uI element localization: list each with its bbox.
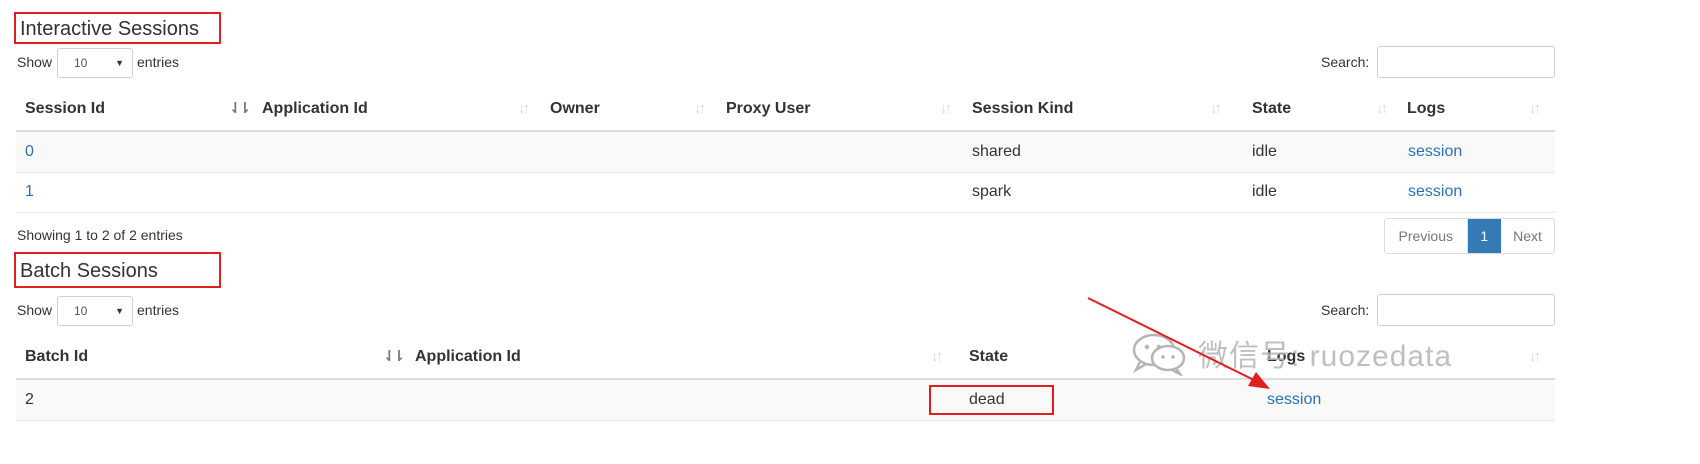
interactive-search-input[interactable] bbox=[1377, 46, 1555, 78]
sort-icon: ↓↑ bbox=[694, 100, 706, 117]
batch-search-label: Search: bbox=[1321, 302, 1370, 318]
session-kind-cell: shared bbox=[972, 143, 1021, 160]
state-cell: idle bbox=[1252, 183, 1277, 200]
column-header-session-kind[interactable]: Session Kind ↓↑ bbox=[972, 87, 1236, 131]
batch-show-label: Show bbox=[17, 302, 53, 318]
column-header-logs[interactable]: Logs ↓↑ bbox=[1407, 87, 1553, 131]
logs-session-link[interactable]: session bbox=[1408, 172, 1462, 212]
state-cell: idle bbox=[1252, 143, 1277, 160]
sort-icon: ↓↑ bbox=[1376, 100, 1388, 117]
sort-icon: ↓↑ bbox=[518, 100, 530, 117]
batch-sessions-title-box: Batch Sessions bbox=[14, 252, 221, 288]
interactive-pagination: Previous 1 Next bbox=[1384, 218, 1555, 254]
batch-page-size-value: 10 bbox=[74, 304, 88, 318]
interactive-entries-label: entries bbox=[137, 54, 180, 70]
page-1-button[interactable]: 1 bbox=[1467, 219, 1501, 253]
column-header-proxy-user[interactable]: Proxy User ↓↑ bbox=[726, 87, 966, 131]
session-kind-cell: spark bbox=[972, 183, 1012, 200]
interactive-search-label: Search: bbox=[1321, 54, 1370, 70]
previous-page-button[interactable]: Previous bbox=[1385, 219, 1468, 253]
interactive-show-label: Show bbox=[17, 54, 53, 70]
column-header-owner[interactable]: Owner ↓↑ bbox=[550, 87, 720, 131]
red-arrow-icon bbox=[1087, 297, 1270, 389]
column-header-state[interactable]: State ↓↑ bbox=[1252, 87, 1402, 131]
session-id-link[interactable]: 0 bbox=[25, 132, 34, 172]
batch-sessions-title: Batch Sessions bbox=[20, 260, 158, 282]
caret-down-icon: ▼ bbox=[115, 306, 124, 316]
interactive-table-info: Showing 1 to 2 of 2 entries bbox=[17, 227, 183, 243]
sort-icon: ↓↑ bbox=[1529, 100, 1541, 117]
interactive-page-size-select[interactable]: 10 ▼ bbox=[57, 48, 133, 78]
dead-state-highlight bbox=[929, 385, 1054, 415]
sort-icon: ↓↑ bbox=[931, 348, 943, 365]
row-divider bbox=[16, 420, 1555, 421]
column-header-application-id[interactable]: Application Id ↓↑ bbox=[262, 87, 542, 131]
sort-icon: ↓↑ bbox=[940, 100, 952, 117]
batch-page-size-select[interactable]: 10 ▼ bbox=[57, 296, 133, 326]
sort-icon: ↓↑ bbox=[1210, 100, 1222, 117]
row-divider bbox=[16, 212, 1555, 213]
logs-session-link[interactable]: session bbox=[1408, 132, 1462, 172]
sort-asc-icon: ⇃⇂ bbox=[383, 348, 405, 365]
interactive-sessions-title-box: Interactive Sessions bbox=[14, 12, 221, 44]
column-header-application-id[interactable]: Application Id ↓↑ bbox=[415, 335, 955, 379]
table-row: 2 dead session bbox=[16, 380, 1555, 420]
table-row: 0 shared idle session bbox=[16, 132, 1555, 172]
interactive-table-header: Session Id ⇃⇂ Application Id ↓↑ Owner ↓↑… bbox=[16, 87, 1555, 131]
sort-icon: ↓↑ bbox=[1529, 348, 1541, 365]
next-page-button[interactable]: Next bbox=[1501, 219, 1554, 253]
sort-asc-icon: ⇃⇂ bbox=[229, 100, 251, 117]
batch-entries-label: entries bbox=[137, 302, 180, 318]
session-id-link[interactable]: 1 bbox=[25, 172, 34, 212]
interactive-page-size-value: 10 bbox=[74, 56, 88, 70]
column-header-batch-id[interactable]: Batch Id ⇃⇂ bbox=[25, 335, 405, 379]
batch-search-input[interactable] bbox=[1377, 294, 1555, 326]
interactive-sessions-title: Interactive Sessions bbox=[20, 18, 199, 40]
table-row: 1 spark idle session bbox=[16, 172, 1555, 212]
column-header-session-id[interactable]: Session Id ⇃⇂ bbox=[25, 87, 255, 131]
batch-id-cell: 2 bbox=[25, 391, 34, 408]
caret-down-icon: ▼ bbox=[115, 58, 124, 68]
